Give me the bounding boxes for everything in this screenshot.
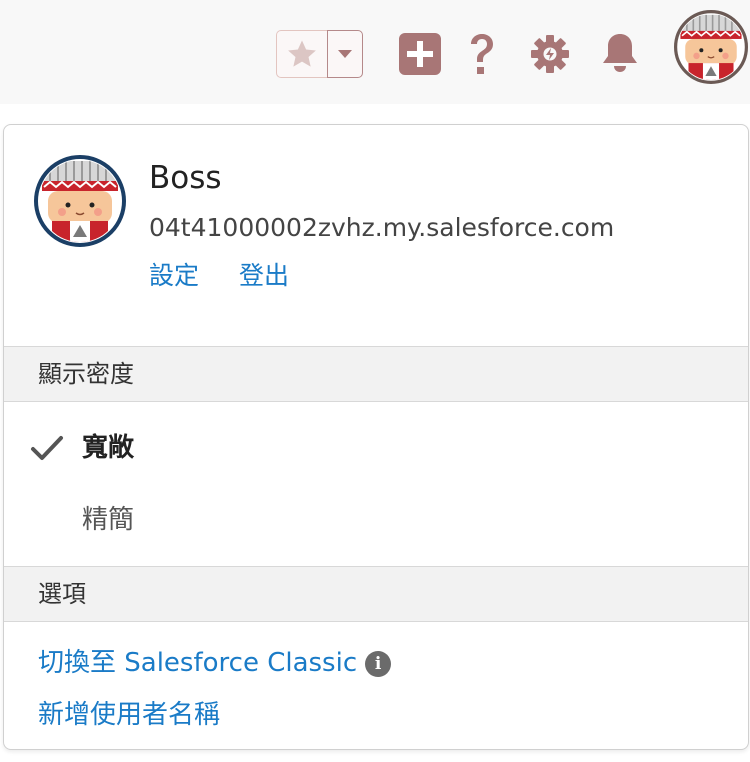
avatar (34, 155, 126, 247)
logout-link[interactable]: 登出 (239, 259, 289, 293)
avatar (674, 10, 748, 84)
density-option-label: 精簡 (82, 505, 135, 535)
chevron-down-icon (338, 50, 352, 58)
favorites-group (276, 30, 363, 78)
notification-bell-icon (603, 34, 637, 72)
user-name: Boss (149, 160, 222, 196)
switch-classic-row: 切換至 Salesforce Classic i (38, 645, 392, 681)
density-option-comfy[interactable]: 寬敞 (4, 420, 748, 476)
user-avatar-button[interactable] (674, 10, 748, 84)
favorites-list-button[interactable] (327, 30, 363, 78)
info-icon[interactable]: i (365, 650, 392, 677)
star-icon (288, 40, 316, 67)
user-domain: 04t41000002zvhz.my.salesforce.com (149, 213, 615, 242)
setup-button[interactable] (528, 32, 572, 76)
add-icon (399, 33, 441, 75)
profile-avatar[interactable] (34, 155, 126, 247)
settings-link[interactable]: 設定 (149, 259, 199, 293)
checkmark-icon (31, 436, 63, 460)
user-profile-dropdown: Boss 04t41000002zvhz.my.salesforce.com 設… (3, 124, 749, 750)
favorites-star-button[interactable] (276, 30, 327, 78)
density-section-header: 顯示密度 (4, 346, 748, 402)
switch-to-classic-link[interactable]: 切換至 Salesforce Classic (38, 648, 357, 678)
density-option-compact[interactable]: 精簡 (4, 492, 748, 548)
options-section-header: 選項 (4, 566, 748, 622)
add-username-link[interactable]: 新增使用者名稱 (38, 697, 220, 733)
notifications-button[interactable] (598, 30, 642, 76)
help-icon (471, 34, 493, 74)
global-actions-button[interactable] (398, 32, 442, 76)
setup-gear-icon (531, 35, 569, 73)
density-option-label: 寬敞 (82, 433, 135, 463)
global-header (0, 0, 750, 104)
help-button[interactable] (462, 30, 502, 78)
